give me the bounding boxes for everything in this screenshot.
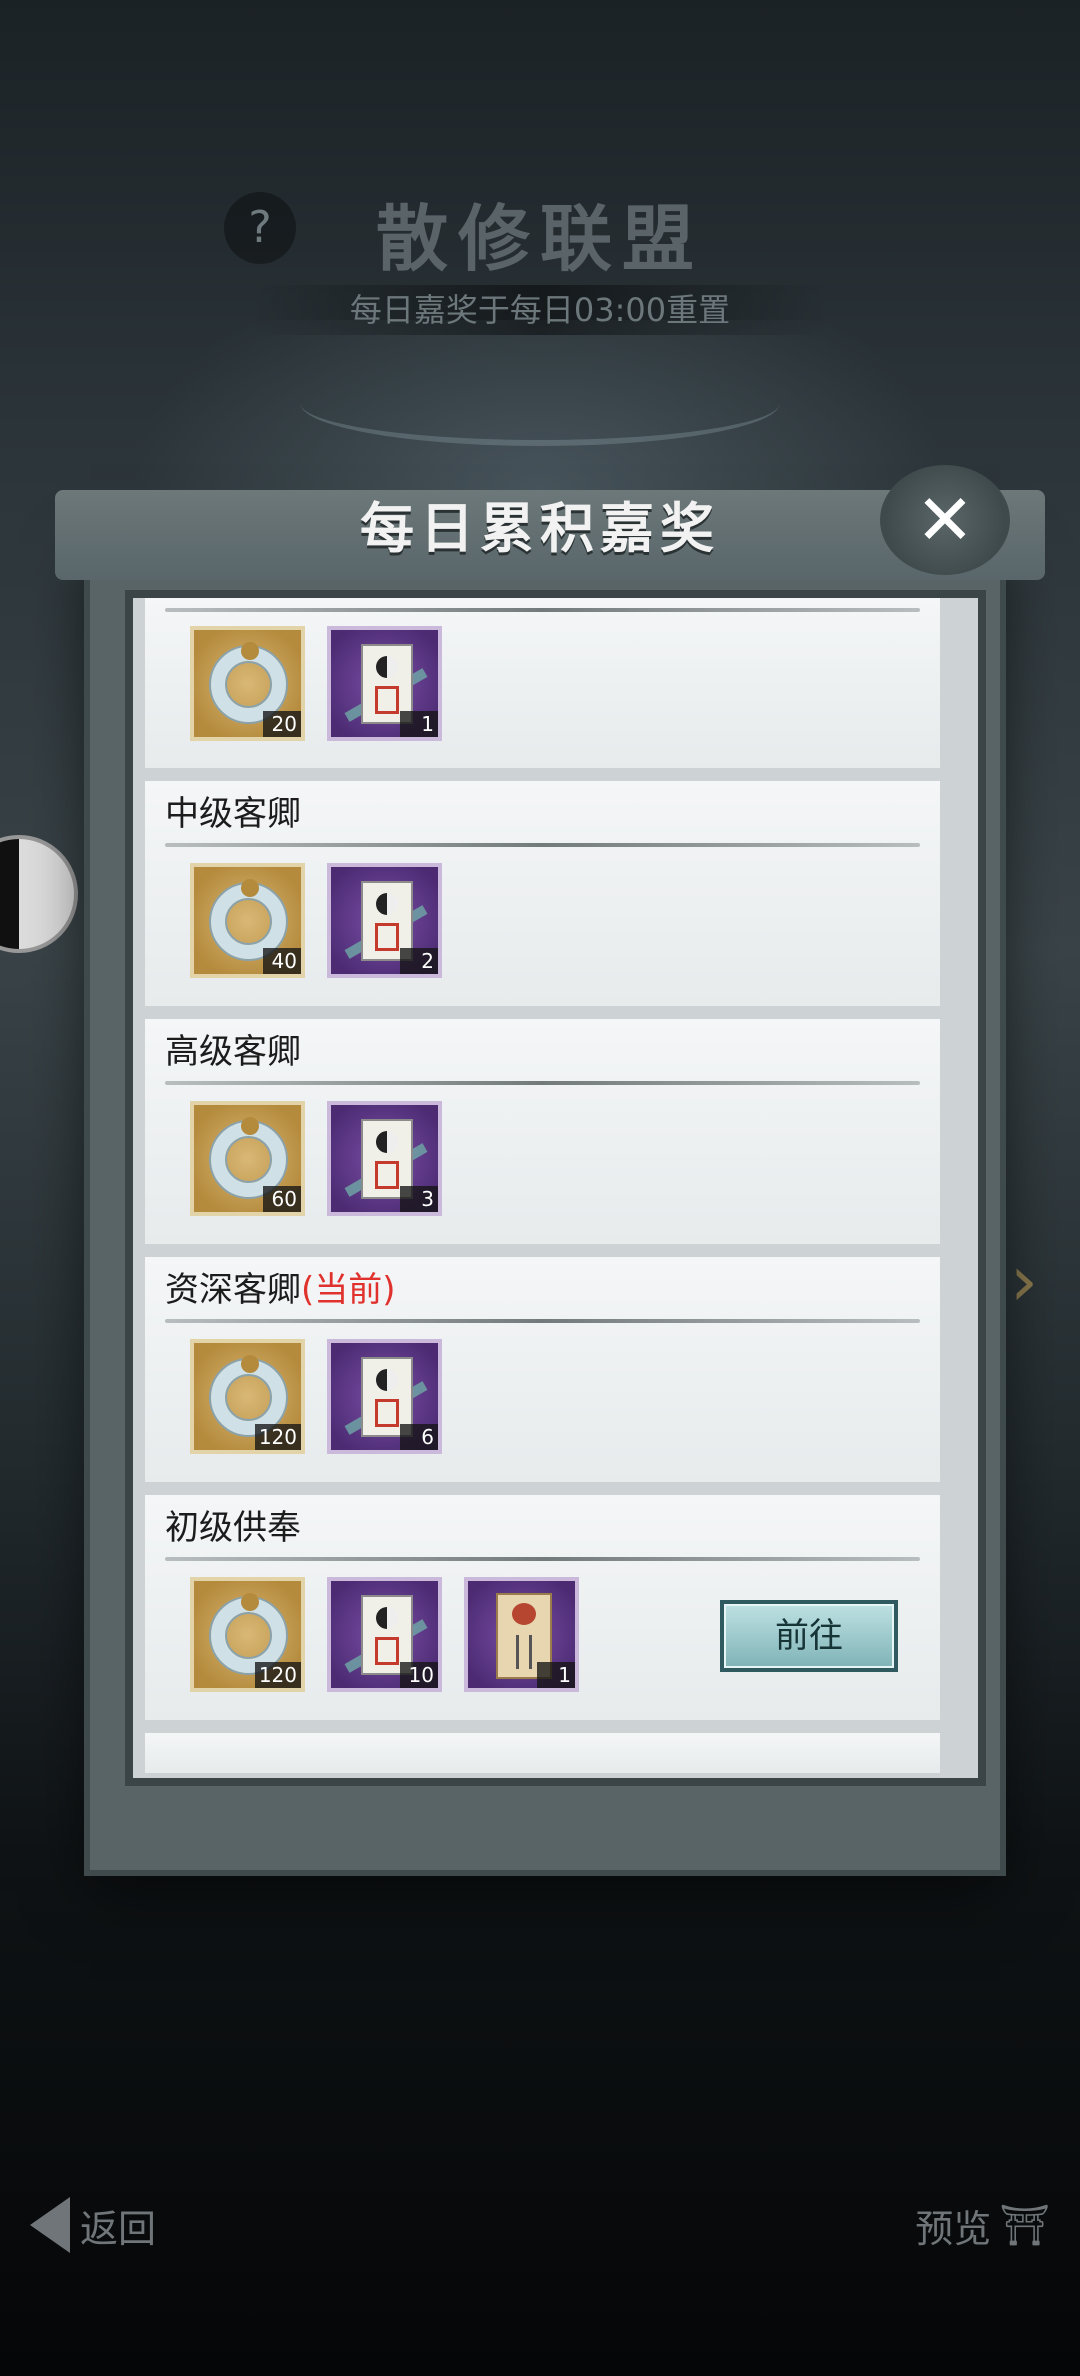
item-quantity: 2: [400, 948, 438, 974]
reset-time-notice: 每日嘉奖于每日03:00重置: [250, 285, 830, 335]
reward-item-talisman[interactable]: 1: [327, 626, 442, 741]
tier-row: 20 1: [145, 598, 940, 768]
reward-item-jade-ring[interactable]: 40: [190, 863, 305, 978]
reward-item-talisman[interactable]: 10: [327, 1577, 442, 1692]
preview-button[interactable]: 预览 ⛩: [890, 2190, 1050, 2260]
reward-items: 20 1: [190, 626, 442, 741]
reward-list: 20 1 中级客卿 40 2 高级客卿 60 3 资深客卿(当前) 120 6 …: [145, 598, 940, 1778]
row-divider: [165, 608, 920, 612]
row-divider: [165, 1081, 920, 1085]
reward-item-talisman[interactable]: 3: [327, 1101, 442, 1216]
tier-name: 初级供奉: [165, 1508, 301, 1548]
tier-name: 中级客卿: [165, 794, 301, 834]
chevron-right-icon: ›: [1010, 1240, 1038, 1322]
background-roof: [300, 360, 780, 446]
reward-items: 120 10 1: [190, 1577, 579, 1692]
reward-item-jade-ring[interactable]: 120: [190, 1577, 305, 1692]
tier-row: 初级供奉 120 10 1 前往: [145, 1495, 940, 1720]
back-label: 返回: [80, 2206, 157, 2251]
reward-list-panel[interactable]: 20 1 中级客卿 40 2 高级客卿 60 3 资深客卿(当前) 120 6 …: [125, 590, 986, 1786]
preview-label: 预览: [915, 2206, 992, 2251]
row-divider: [165, 1557, 920, 1561]
row-divider: [165, 1319, 920, 1323]
item-quantity: 1: [400, 711, 438, 737]
guild-title: 散修联盟: [375, 196, 704, 281]
tier-name: 高级客卿: [165, 1032, 301, 1072]
tier-name: 资深客卿(当前): [165, 1270, 396, 1310]
tier-row-partial: [145, 1733, 940, 1773]
yinyang-icon[interactable]: [0, 835, 78, 953]
item-quantity: 120: [254, 1424, 301, 1450]
item-quantity: 120: [254, 1662, 301, 1688]
reward-item-jade-ring[interactable]: 20: [190, 626, 305, 741]
reward-item-talisman[interactable]: 2: [327, 863, 442, 978]
reward-items: 120 6: [190, 1339, 442, 1454]
current-tag: (当前): [301, 1270, 396, 1310]
item-quantity: 60: [263, 1186, 301, 1212]
tier-row: 高级客卿 60 3: [145, 1019, 940, 1244]
close-icon: ✕: [915, 479, 975, 561]
reward-item-scroll[interactable]: 1: [464, 1577, 579, 1692]
item-quantity: 20: [263, 711, 301, 737]
question-icon: ?: [248, 202, 272, 253]
item-quantity: 40: [263, 948, 301, 974]
item-quantity: 1: [537, 1662, 575, 1688]
modal-title: 每日累积嘉奖: [360, 496, 720, 560]
item-quantity: 3: [400, 1186, 438, 1212]
reward-items: 60 3: [190, 1101, 442, 1216]
tier-row: 中级客卿 40 2: [145, 781, 940, 1006]
item-quantity: 10: [400, 1662, 438, 1688]
pagoda-icon: ⛩: [999, 2202, 1050, 2249]
go-button[interactable]: 前往: [720, 1600, 898, 1672]
item-quantity: 6: [400, 1424, 438, 1450]
tier-row-current: 资深客卿(当前) 120 6: [145, 1257, 940, 1482]
back-arrow-icon: [30, 2197, 70, 2253]
close-button[interactable]: ✕: [880, 465, 1010, 575]
reward-item-talisman[interactable]: 6: [327, 1339, 442, 1454]
reward-item-jade-ring[interactable]: 120: [190, 1339, 305, 1454]
back-button[interactable]: 返回: [30, 2190, 210, 2260]
reward-items: 40 2: [190, 863, 442, 978]
help-button[interactable]: ?: [224, 192, 296, 264]
row-divider: [165, 843, 920, 847]
reward-item-jade-ring[interactable]: 60: [190, 1101, 305, 1216]
